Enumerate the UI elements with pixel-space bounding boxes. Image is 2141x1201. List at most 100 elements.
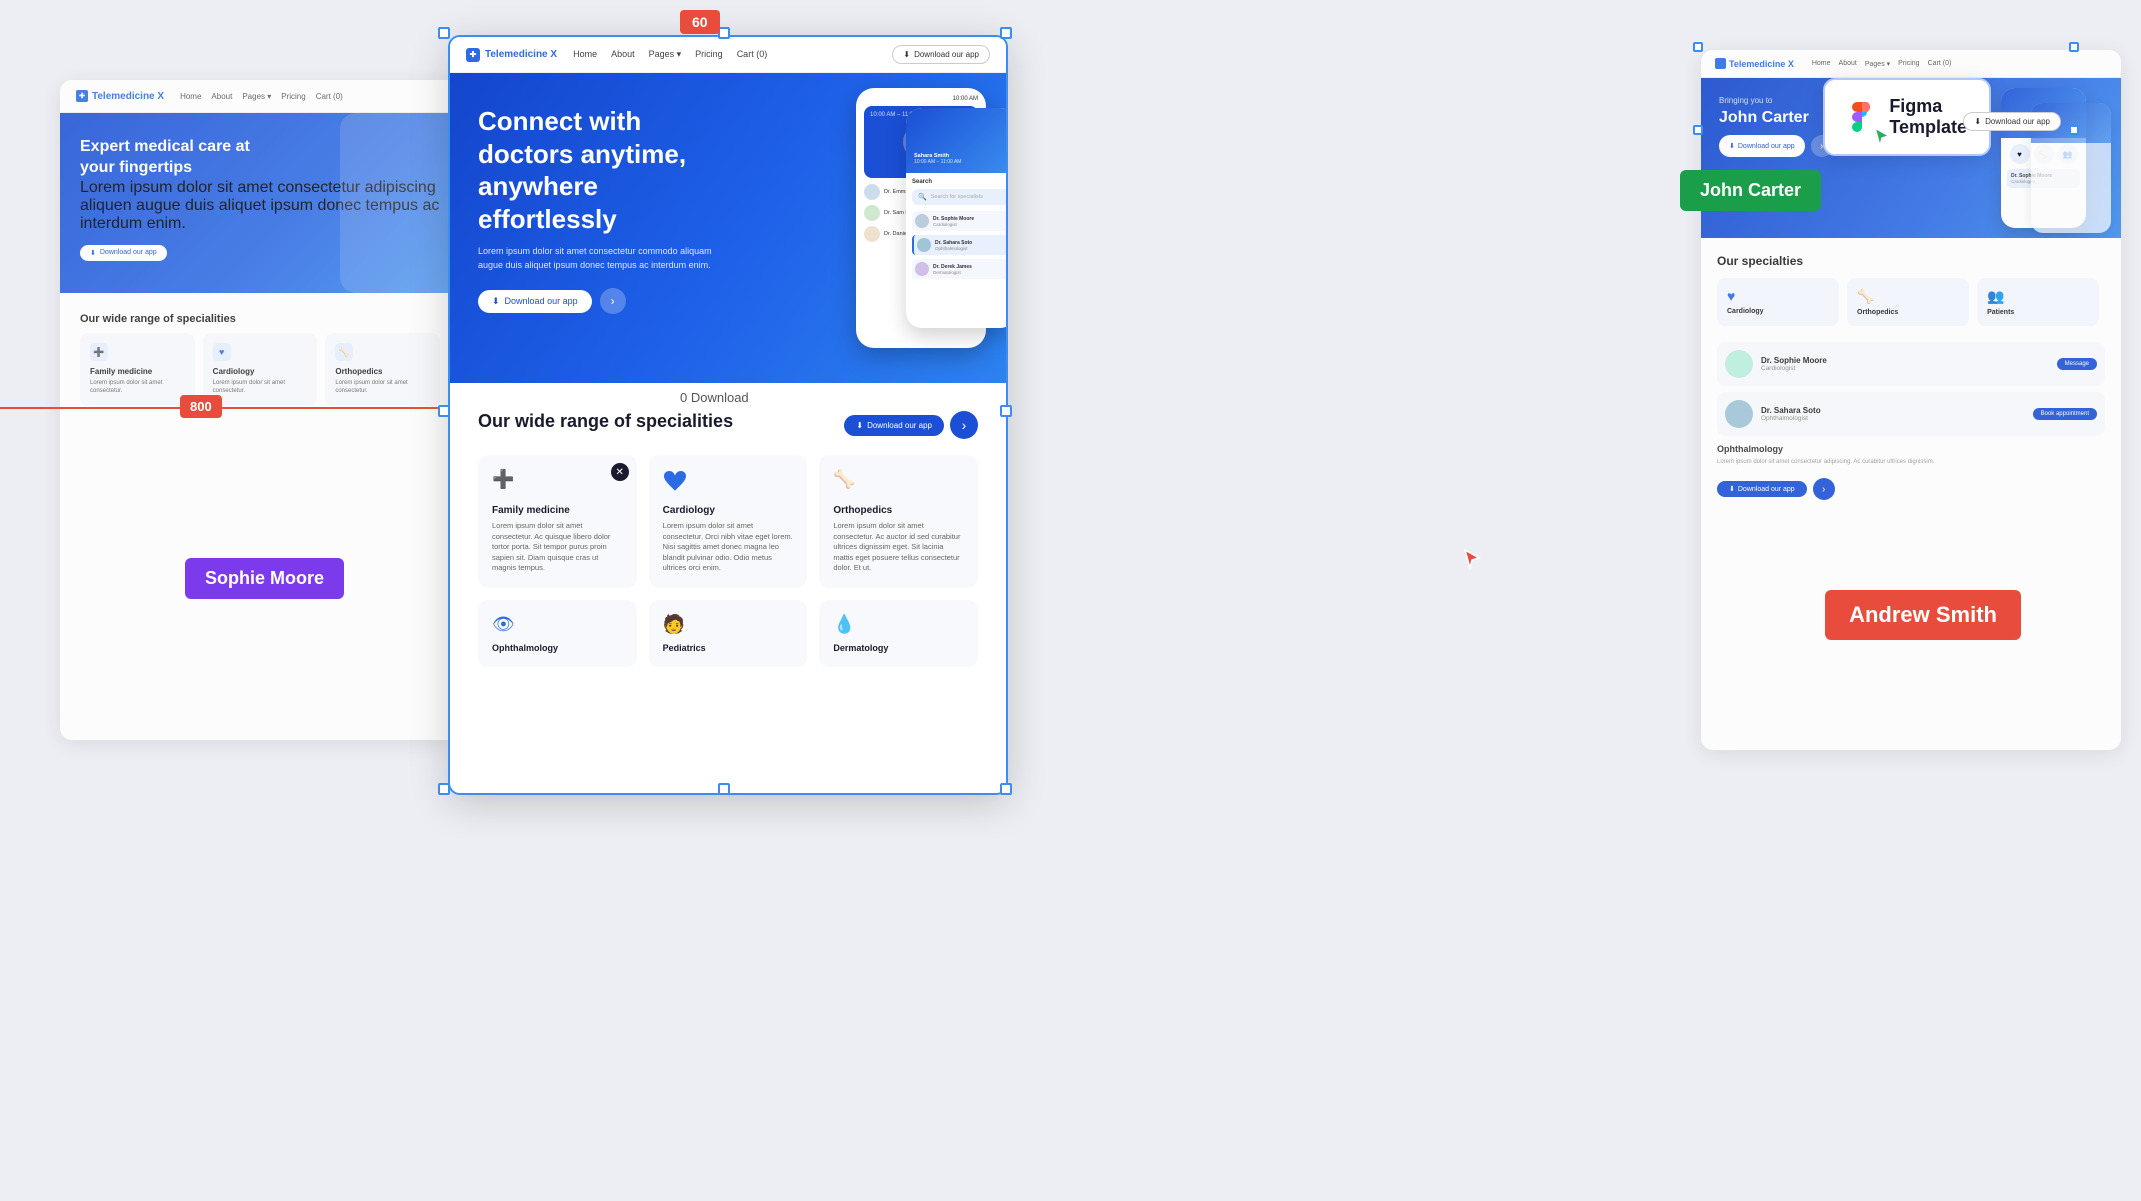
selection-handle-mid-left[interactable] [438,405,450,417]
download-count-label: 0 Download [680,390,749,405]
left-preview-card: ✚ Telemedicine X Home About Pages ▾ Pric… [60,80,460,740]
selection-handle-top-left[interactable] [438,27,450,39]
lp-family-title: Family medicine [90,367,185,376]
figma-cursor-green [1873,126,1891,153]
rp-spec-title: Our specialties [1717,254,2105,268]
lp-card-ortho: 🦴 Orthopedics Lorem ipsum dolor sit amet… [325,333,440,406]
selection-handle-mid-right[interactable] [1000,405,1012,417]
cc-phone2-name2: Dr. Sahara Soto [935,240,972,246]
lp-card-family: ➕ Family medicine Lorem ipsum dolor sit … [80,333,195,406]
rp-card-title-cardiology: Cardiology [1727,308,1829,315]
figma-handle-tl[interactable] [1693,42,1703,52]
rp-card-orthopedics: 🦴 Orthopedics [1847,278,1969,326]
cc-hero: Connect with doctors anytime, anywhere e… [450,73,1006,383]
rp-card-icon-cardiology: ♥ [1727,288,1829,304]
cc-phone2-name3: Dr. Derek James [933,264,972,270]
rp-doc-card-sahara: Dr. Sahara Soto Ophthalmologist Book app… [1717,392,2105,436]
lp-hero-download-btn[interactable]: ⬇Download our app [80,245,167,261]
cc-icon-ophthalmology: 👁 Ophthalmology [478,600,637,667]
label-john-carter: John Carter [1680,170,1821,211]
cc-spec-card-family: ➕ ✕ Family medicine Lorem ipsum dolor si… [478,455,637,588]
selection-handle-top-mid[interactable] [718,27,730,39]
lp-ortho-title: Orthopedics [335,367,430,376]
cc-spec-title: Our wide range of specialities [478,411,733,433]
cc-phone2-doc2: Dr. Sahara Soto Ophthalmologist [912,235,1006,255]
rp-doc-spec-sophie: Cardiologist [1761,365,1827,372]
rp-bottom-dl-btn[interactable]: ⬇Download our app [1717,481,1807,497]
cc-dermatology-icon: 💧 [833,614,964,635]
width-guide-line [0,407,450,409]
rp-card-icon-patients: 👥 [1987,288,2089,305]
rp-oph-title: Ophthalmology [1717,444,2105,454]
rp-card-patients: 👥 Patients [1977,278,2099,326]
cc-spec-download-btn[interactable]: ⬇ Download our app [844,415,944,436]
cc-ortho-icon: 🦴 [833,469,861,497]
cc-nav-links: Home About Pages ▾ Pricing Cart (0) [573,49,876,60]
selection-handle-top-right[interactable] [1000,27,1012,39]
rp-doc-card-sophie: Dr. Sophie Moore Cardiologist Message [1717,342,2105,386]
figma-handle-br[interactable] [2069,125,2079,135]
rp-doc-chat-btn[interactable]: Message [2057,358,2097,370]
rp-doc-appt-btn[interactable]: Book appointment [2033,408,2097,420]
lp-hero-phone [340,113,460,293]
figma-handle-bl[interactable] [1693,125,1703,135]
height-label-60: 60 [680,10,720,34]
cc-second-row: 👁 Ophthalmology 🧑 Pediatrics 💧 Dermatolo… [478,600,978,667]
cc-icon-dermatology: 💧 Dermatology [819,600,978,667]
rp-card-cardiology: ♥ Cardiology [1717,278,1839,326]
lp-family-icon: ➕ [90,343,108,361]
cc-phone2-header: Sahara Smith 10:00 AM – 11:00 AM [906,108,1006,173]
cc-icon-pediatrics: 🧑 Pediatrics [649,600,808,667]
rp-hero-dl-btn[interactable]: ⬇Download our app [1719,135,1805,157]
rp-doc-name-sahara: Dr. Sahara Soto [1761,406,1821,415]
rp-card-title-patients: Patients [1987,309,2089,316]
cc-spec-arrow-btn[interactable]: › [950,411,978,439]
cc-ortho-card-title: Orthopedics [833,505,964,516]
rp-nav-links: Home About Pages ▾ Pricing Cart (0) [1812,60,1951,68]
cc-phone2-avatar1 [915,214,929,228]
cc-phone2: Sahara Smith 10:00 AM – 11:00 AM Search … [906,108,1006,328]
rp-logo-box [1715,58,1726,69]
cc-spec-card-orthopedics: 🦴 Orthopedics Lorem ipsum dolor sit amet… [819,455,978,588]
cc-cards-grid: ➕ ✕ Family medicine Lorem ipsum dolor si… [478,455,978,588]
cc-phone-status: 10:00 AM [864,96,978,102]
cc-download-btn[interactable]: ⬇Download our app [892,45,990,64]
cc-chat-avatar-2 [864,205,880,221]
rp-bottom-buttons: ⬇Download our app › [1717,478,2105,500]
cc-hero-download-btn[interactable]: ⬇Download our app [478,290,592,313]
lp-hero-title: Expert medical care at your fingertips [80,137,260,179]
rp-specialities: Our specialties ♥ Cardiology 🦴 Orthopedi… [1701,238,2121,342]
rp-card-icon-ortho: 🦴 [1857,288,1959,305]
cc-phone2-search[interactable]: 🔍 Search for specialists [912,189,1006,205]
cc-phone2-avatar2 [917,238,931,252]
rp-spec-cards: ♥ Cardiology 🦴 Orthopedics 👥 Patients [1717,278,2105,326]
figma-download-btn[interactable]: ⬇Download our app [1963,112,2061,131]
lp-hero: Expert medical care at your fingertips L… [60,113,460,293]
rp-doc-avatar-sahara [1725,400,1753,428]
label-sophie-moore: Sophie Moore [185,558,344,599]
red-cursor [1463,548,1481,575]
selection-handle-bottom-right[interactable] [1000,783,1012,795]
cc-phone2-search-label: Search [912,179,1006,185]
cc-card-close-btn[interactable]: ✕ [611,463,629,481]
cc-eye-icon: 👁 [492,614,623,635]
figma-card-title: Figma Template [1889,96,1967,138]
rp-bottom-arrow[interactable]: › [1813,478,1835,500]
cc-phone2-doc3: Dr. Derek James Dermatologist [912,259,1006,279]
rp-logo: Telemedicine X [1715,58,1794,69]
cc-cardiology-card-desc: Lorem ipsum dolor sit amet consectetur. … [663,521,794,574]
label-andrew-smith: Andrew Smith [1825,590,2021,640]
selection-handle-bottom-mid[interactable] [718,783,730,795]
cc-phone2-body: Search 🔍 Search for specialists Dr. Soph… [906,173,1006,285]
figma-handle-tr[interactable] [2069,42,2079,52]
lp-cardiology-title: Cardiology [213,367,308,376]
cc-hero-arrow-btn[interactable]: › [600,288,626,314]
cc-phone2-search-placeholder: Search for specialists [931,194,983,200]
rp-phone-icon-1: ♥ [2010,144,2030,164]
cc-dermatology-label: Dermatology [833,643,964,653]
selection-handle-bottom-left[interactable] [438,783,450,795]
cc-cardiology-icon [663,469,691,497]
cc-chat-avatar-3 [864,226,880,242]
cc-logo: ✚ Telemedicine X [466,48,557,62]
lp-navbar: ✚ Telemedicine X Home About Pages ▾ Pric… [60,80,460,113]
